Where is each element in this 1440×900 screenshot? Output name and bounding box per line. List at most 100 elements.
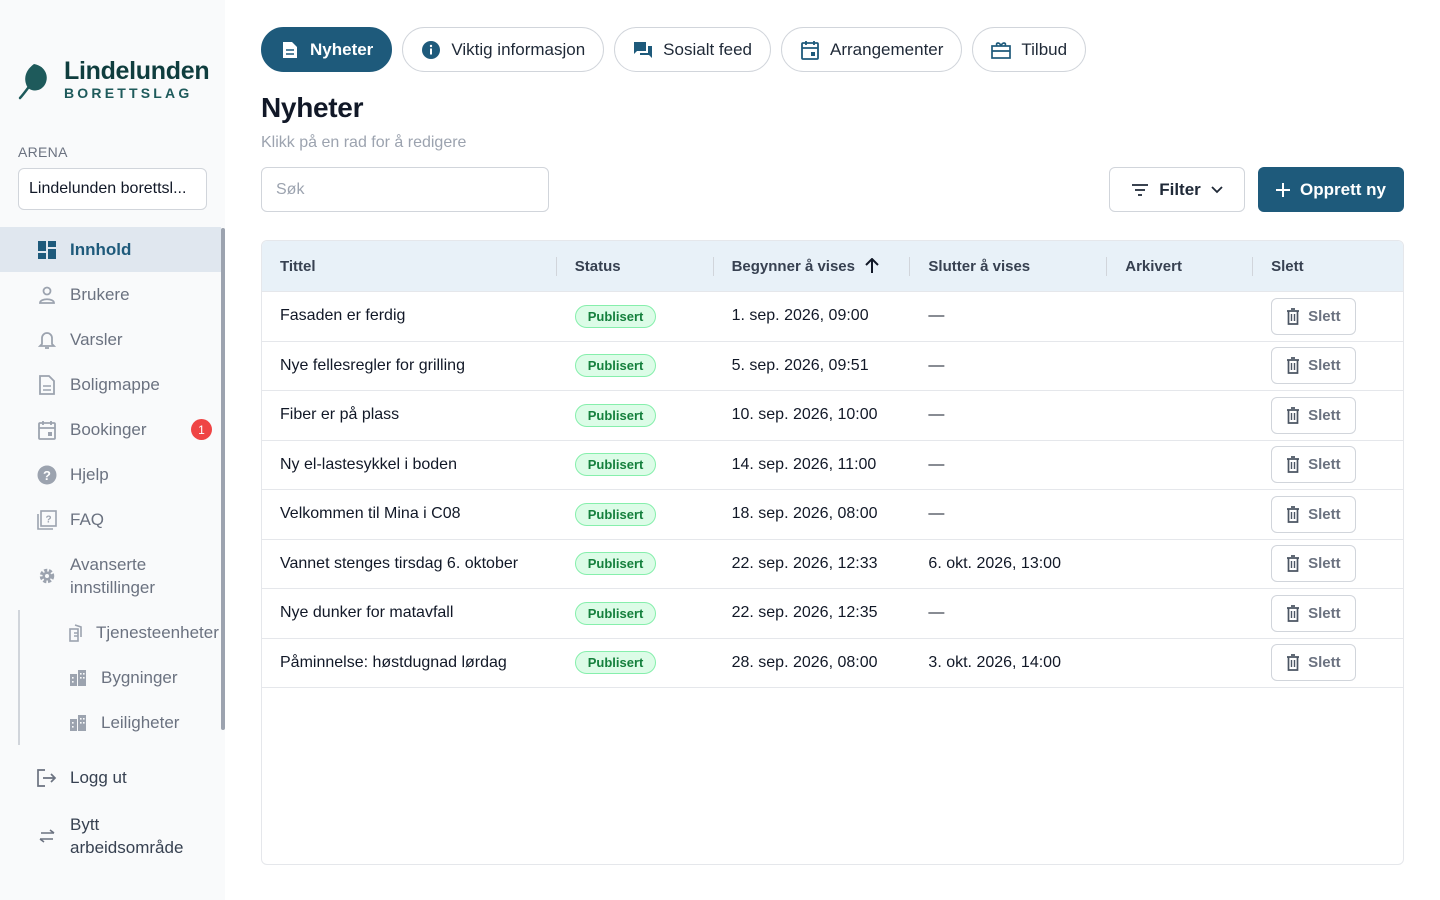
cell-start: 18. sep. 2026, 08:00	[731, 505, 878, 523]
document-icon	[37, 374, 57, 395]
trash-icon	[1286, 505, 1300, 523]
table-row[interactable]: Nye dunker for matavfall Publisert 22. s…	[262, 589, 1403, 639]
sidebar-item-hjelp[interactable]: ? Hjelp	[0, 452, 225, 497]
cell-title: Vannet stenges tirsdag 6. oktober	[280, 554, 519, 572]
main-content: Nyheter Viktig informasjon Sosialt feed …	[225, 0, 1440, 900]
sidebar-item-label: Bookinger	[70, 419, 147, 439]
logo[interactable]: Lindelunden BORETTSLAG	[0, 0, 225, 110]
cell-delete: Slett	[1253, 495, 1403, 533]
cell-start: 28. sep. 2026, 08:00	[731, 653, 878, 671]
delete-button[interactable]: Slett	[1271, 644, 1356, 682]
tab-nyheter[interactable]: Nyheter	[261, 27, 393, 72]
table-row[interactable]: Fiber er på plass Publisert 10. sep. 202…	[262, 391, 1403, 441]
user-icon	[37, 285, 57, 305]
tab-label: Viktig informasjon	[451, 39, 586, 59]
tab-tilbud[interactable]: Tilbud	[972, 27, 1087, 72]
table-row[interactable]: Fasaden er ferdig Publisert 1. sep. 2026…	[262, 292, 1403, 342]
column-header-begynner[interactable]: Begynner å vises	[714, 241, 911, 291]
status-badge: Publisert	[574, 552, 657, 576]
logout-button[interactable]: Logg ut	[0, 755, 225, 800]
faq-icon: ?	[37, 509, 57, 530]
sidebar-item-boligmappe[interactable]: Boligmappe	[0, 362, 225, 407]
sidebar-item-brukere[interactable]: Brukere	[0, 272, 225, 317]
sidebar-item-bygninger[interactable]: Bygninger	[20, 655, 225, 700]
sidebar-item-leiligheter[interactable]: Leiligheter	[20, 700, 225, 745]
delete-button[interactable]: Slett	[1271, 396, 1356, 434]
tab-label: Arrangementer	[830, 39, 944, 59]
sidebar-item-label: Hjelp	[70, 464, 109, 484]
cell-status: Publisert	[557, 601, 714, 625]
filter-button[interactable]: Filter	[1109, 167, 1245, 212]
tab-label: Tilbud	[1021, 39, 1068, 59]
sidebar-item-tjenesteenheter[interactable]: Tjenesteenheter	[20, 610, 225, 655]
status-badge: Publisert	[574, 403, 657, 427]
sidebar-item-label: Boligmappe	[70, 374, 160, 394]
tab-label: Nyheter	[310, 39, 374, 59]
arena-select[interactable]: Lindelunden borettsl...	[18, 168, 207, 210]
cell-status: Publisert	[557, 453, 714, 477]
status-badge: Publisert	[574, 354, 657, 378]
table-row[interactable]: Ny el-lastesykkel i boden Publisert 14. …	[262, 441, 1403, 490]
column-label: Tittel	[280, 257, 316, 275]
delete-label: Slett	[1308, 357, 1341, 375]
column-header-arkivert[interactable]: Arkivert	[1107, 241, 1254, 291]
chevron-down-icon	[1211, 185, 1223, 194]
cell-start: 10. sep. 2026, 10:00	[731, 406, 878, 424]
leaf-logo-icon	[18, 64, 47, 100]
delete-button[interactable]: Slett	[1271, 495, 1356, 533]
svg-text:?: ?	[45, 514, 51, 525]
column-header-slutter[interactable]: Slutter å vises	[910, 241, 1108, 291]
cell-delete: Slett	[1253, 594, 1403, 632]
delete-button[interactable]: Slett	[1271, 446, 1356, 484]
create-new-button[interactable]: Opprett ny	[1258, 167, 1404, 212]
search-input[interactable]	[261, 167, 549, 212]
column-header-status[interactable]: Status	[557, 241, 714, 291]
cell-end: —	[928, 406, 945, 424]
table-row[interactable]: Nye fellesregler for grilling Publisert …	[262, 342, 1403, 391]
tab-arrangementer[interactable]: Arrangementer	[781, 27, 963, 72]
sidebar-item-faq[interactable]: ? FAQ	[0, 497, 225, 542]
cell-title: Fiber er på plass	[280, 406, 400, 424]
sidebar-item-label: Leiligheter	[101, 712, 180, 732]
sidebar-item-innhold[interactable]: Innhold	[0, 227, 221, 272]
sidebar-item-label: Tjenesteenheter	[96, 622, 219, 642]
delete-button[interactable]: Slett	[1271, 297, 1356, 335]
sidebar-item-bookinger[interactable]: Bookinger 1	[0, 407, 225, 452]
column-header-slett[interactable]: Slett	[1253, 241, 1403, 291]
delete-label: Slett	[1308, 604, 1341, 622]
tab-viktig-informasjon[interactable]: Viktig informasjon	[402, 27, 605, 72]
cell-end: —	[928, 307, 945, 325]
cell-end: —	[928, 604, 945, 622]
table-body: Fasaden er ferdig Publisert 1. sep. 2026…	[262, 292, 1403, 688]
delete-button[interactable]: Slett	[1271, 347, 1356, 385]
sidebar-subnav: Tjenesteenheter Bygninger Leiligheter	[18, 610, 225, 745]
delete-button[interactable]: Slett	[1271, 545, 1356, 583]
sidebar-item-label: Avanserte innstillinger	[70, 555, 156, 597]
filter-label: Filter	[1159, 179, 1201, 199]
building-icon	[68, 668, 88, 688]
switch-workspace-button[interactable]: Bytt arbeidsområde	[0, 802, 225, 870]
table-row[interactable]: Vannet stenges tirsdag 6. oktober Publis…	[262, 540, 1403, 589]
logout-label: Logg ut	[70, 767, 127, 787]
table-row[interactable]: Velkommen til Mina i C08 Publisert 18. s…	[262, 490, 1403, 540]
delete-label: Slett	[1308, 307, 1341, 325]
article-icon	[280, 40, 300, 60]
swap-icon	[37, 826, 57, 846]
cell-end: —	[928, 455, 945, 473]
tab-sosialt-feed[interactable]: Sosialt feed	[614, 27, 772, 72]
cell-status: Publisert	[557, 502, 714, 526]
sidebar-item-varsler[interactable]: Varsler	[0, 317, 225, 362]
help-icon: ?	[37, 465, 57, 485]
delete-button[interactable]: Slett	[1271, 594, 1356, 632]
cell-delete: Slett	[1253, 297, 1403, 335]
status-badge: Publisert	[574, 304, 657, 328]
sidebar: Lindelunden BORETTSLAG ARENA Lindelunden…	[0, 0, 225, 900]
cell-start: 22. sep. 2026, 12:33	[731, 554, 878, 572]
dashboard-icon	[37, 240, 57, 260]
cell-end: 6. okt. 2026, 13:00	[928, 554, 1061, 572]
cell-delete: Slett	[1253, 644, 1403, 682]
sidebar-item-avanserte-innstillinger[interactable]: Avanserte innstillinger	[0, 542, 225, 610]
page-subtitle: Klikk på en rad for å redigere	[261, 134, 467, 151]
column-header-tittel[interactable]: Tittel	[262, 241, 557, 291]
table-row[interactable]: Påminnelse: høstdugnad lørdag Publisert …	[262, 639, 1403, 688]
